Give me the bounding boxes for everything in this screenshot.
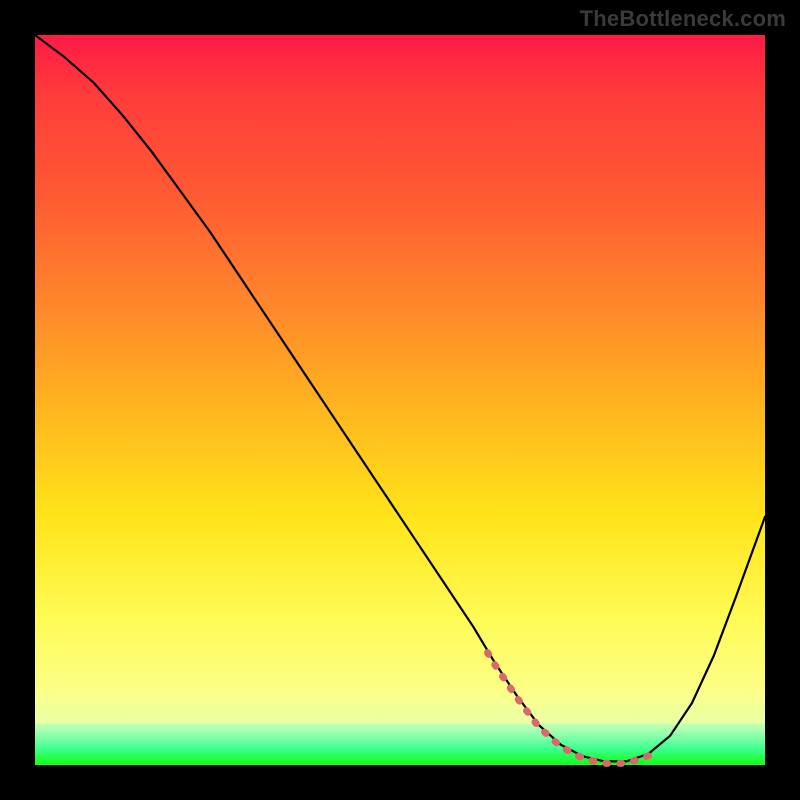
watermark-text: TheBottleneck.com — [580, 6, 786, 32]
bottleneck-curve — [35, 35, 765, 761]
chart-frame: TheBottleneck.com — [0, 0, 800, 800]
optimal-range-marker — [488, 653, 656, 764]
chart-svg — [35, 35, 765, 765]
plot-area — [35, 35, 765, 765]
